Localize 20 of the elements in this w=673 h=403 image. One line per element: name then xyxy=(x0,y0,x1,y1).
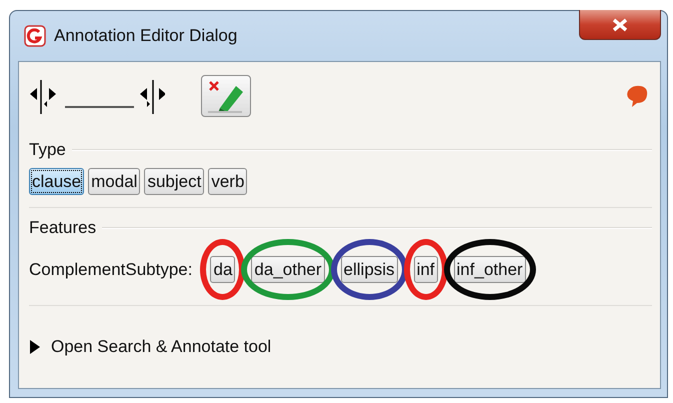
type-option[interactable]: modal xyxy=(88,168,140,195)
type-option[interactable]: verb xyxy=(208,168,248,195)
feature-name: ComplementSubtype: xyxy=(29,260,192,280)
type-option[interactable]: clause xyxy=(29,168,84,195)
section-label: Type xyxy=(29,140,66,160)
expand-toggle[interactable]: Open Search & Annotate tool xyxy=(29,337,272,357)
close-button[interactable] xyxy=(579,10,661,40)
feature-option[interactable]: inf xyxy=(414,256,438,283)
type-option[interactable]: subject xyxy=(144,168,204,195)
feature-option[interactable]: da_other xyxy=(251,256,325,283)
window-title: Annotation Editor Dialog xyxy=(54,26,238,46)
collapsed-triangle-icon xyxy=(29,339,41,355)
feature-option[interactable]: inf_other xyxy=(454,256,526,283)
pencil-cross-icon xyxy=(206,78,246,114)
app-icon xyxy=(24,25,46,47)
delete-annotation-button[interactable] xyxy=(201,75,251,117)
feature-option[interactable]: da xyxy=(210,256,236,283)
close-icon xyxy=(611,18,629,32)
section-label: Features xyxy=(29,218,96,238)
feature-option[interactable]: ellipsis xyxy=(340,256,398,283)
